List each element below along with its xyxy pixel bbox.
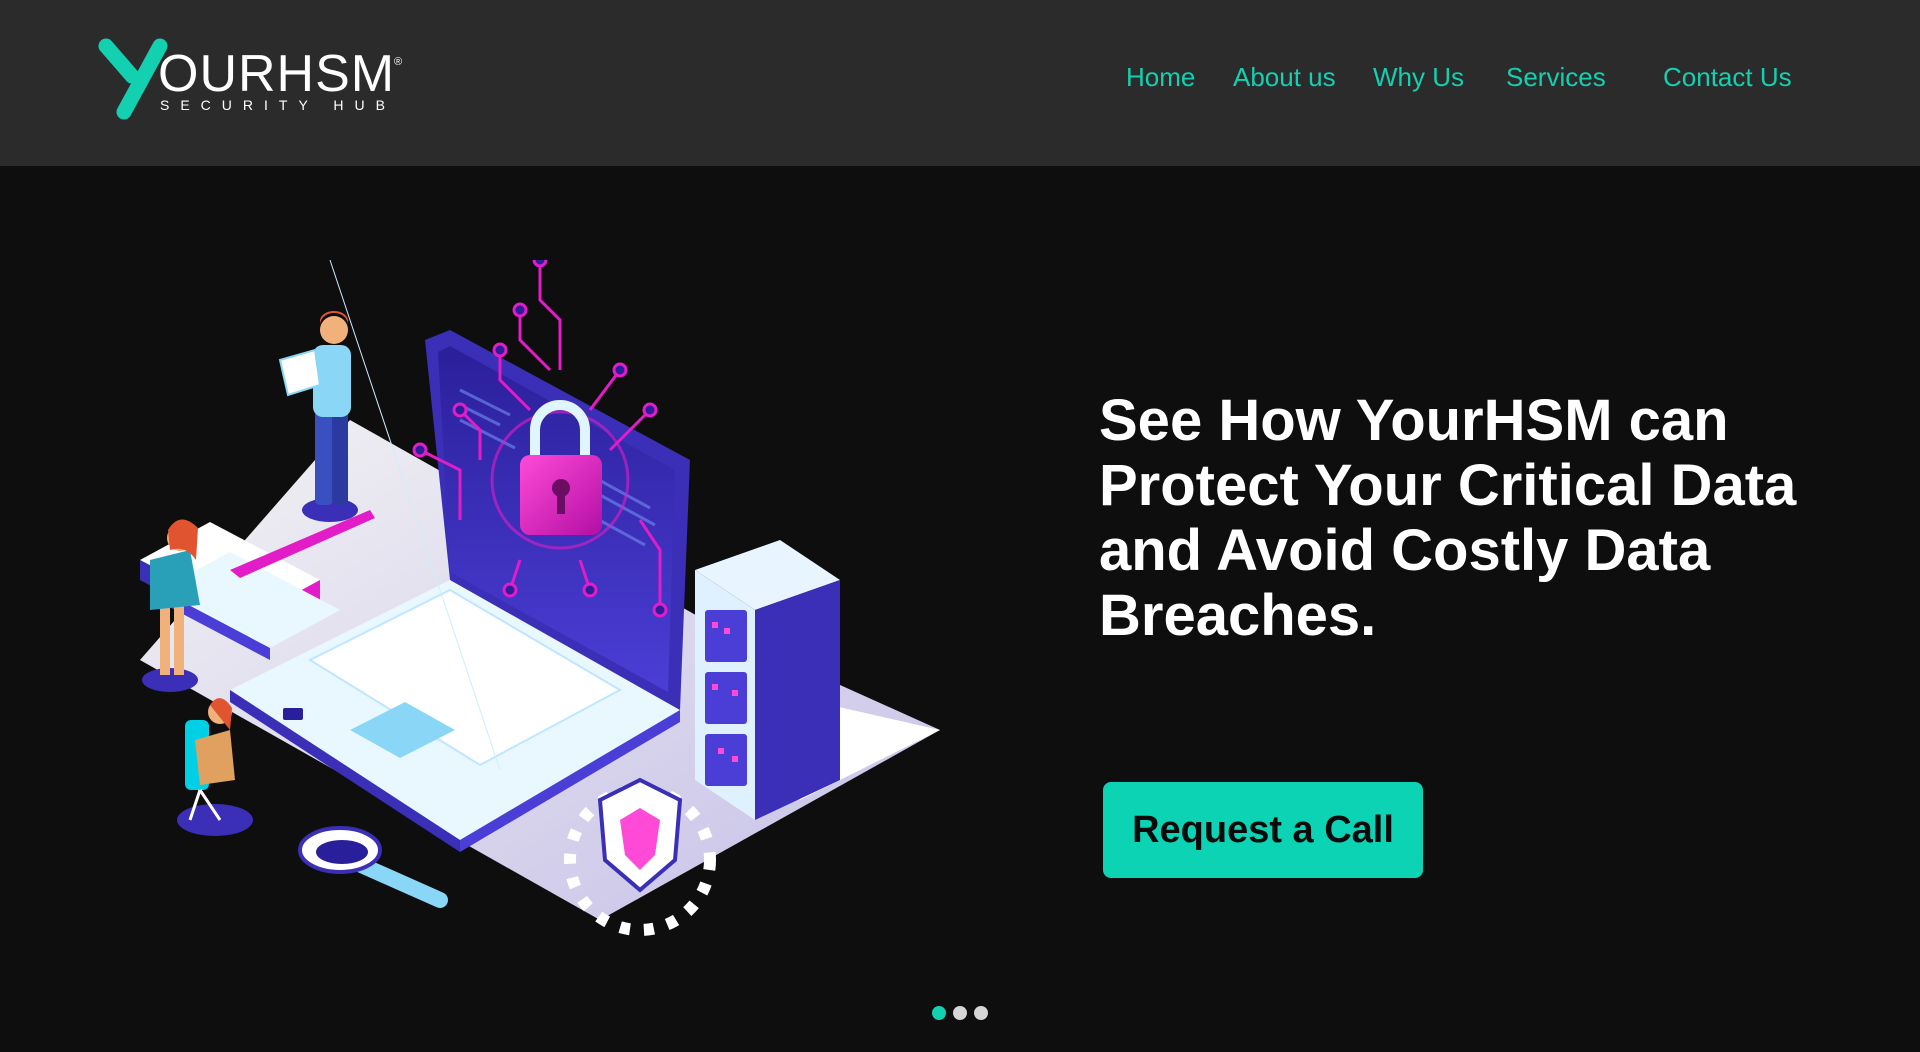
nav-services[interactable]: Services <box>1506 62 1606 93</box>
cybersecurity-illustration <box>140 260 940 936</box>
carousel-dot-3[interactable] <box>974 1006 988 1020</box>
yourhsm-logo[interactable]: OURHSM ® SECURITY HUB <box>96 36 416 128</box>
request-a-call-button[interactable]: Request a Call <box>1103 782 1423 878</box>
registered-mark: ® <box>394 56 403 68</box>
nav-contact-us[interactable]: Contact Us <box>1663 62 1792 93</box>
server-rack-icon <box>695 540 840 820</box>
carousel-dot-1[interactable] <box>932 1006 946 1020</box>
site-header: OURHSM ® SECURITY HUB Home About us Why … <box>0 0 1920 166</box>
magnifier-icon <box>298 826 448 908</box>
logo-wordmark: OURHSM <box>158 45 396 103</box>
person-seated-icon <box>177 698 303 836</box>
hero-headline: See How YourHSM can Protect Your Critica… <box>1099 388 1797 648</box>
nav-about-us[interactable]: About us <box>1233 62 1336 93</box>
logo-tagline: SECURITY HUB <box>160 97 396 113</box>
nav-why-us[interactable]: Why Us <box>1373 62 1464 93</box>
carousel-dot-2[interactable] <box>953 1006 967 1020</box>
nav-home[interactable]: Home <box>1126 62 1195 93</box>
